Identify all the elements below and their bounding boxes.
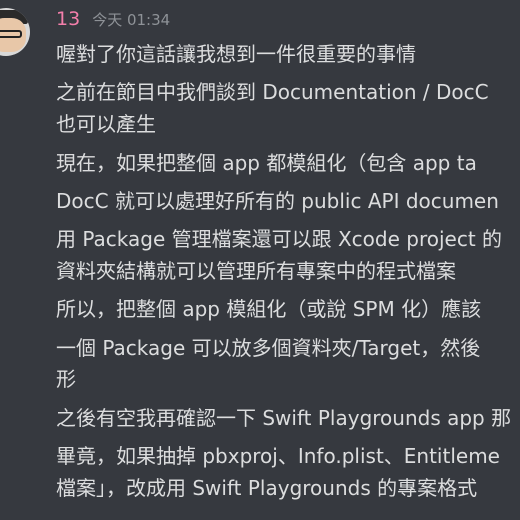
message-line: 一個 Package 可以放多個資料夾/Target，然後 <box>56 336 481 360</box>
message-line: 畢竟，如果抽掉 pbxproj、Info.plist、Entitleme <box>56 444 500 468</box>
user-avatar[interactable] <box>0 8 30 56</box>
message-line: 所以，把整個 app 模組化（或說 SPM 化）應該 <box>56 297 482 321</box>
message-line: 之後有空我再確認一下 Swift Playgrounds app 那 <box>56 406 512 430</box>
message-line: 也可以產生 <box>56 112 156 136</box>
message-line: 現在，如果把整個 app 都模組化（包含 app ta <box>56 151 477 175</box>
message-line: DocC 就可以處理好所有的 public API documen <box>56 189 499 213</box>
message-line: 用 Package 管理檔案還可以跟 Xcode project 的 <box>56 227 503 251</box>
message-line: 之前在節目中我們談到 Documentation / DocC <box>56 80 489 104</box>
message-line: 喔對了你這話讓我想到一件很重要的事情 <box>56 42 416 66</box>
message-line: 形 <box>56 367 76 391</box>
message-line: 資料夾結構就可以管理所有專案中的程式檔案 <box>56 259 456 283</box>
avatar-glasses <box>0 30 22 38</box>
message-list: 喔對了你這話讓我想到一件很重要的事情 之前在節目中我們談到 Documentat… <box>56 0 520 520</box>
message-line: 檔案」，改成用 Swift Playgrounds 的專案格式 <box>56 476 478 500</box>
